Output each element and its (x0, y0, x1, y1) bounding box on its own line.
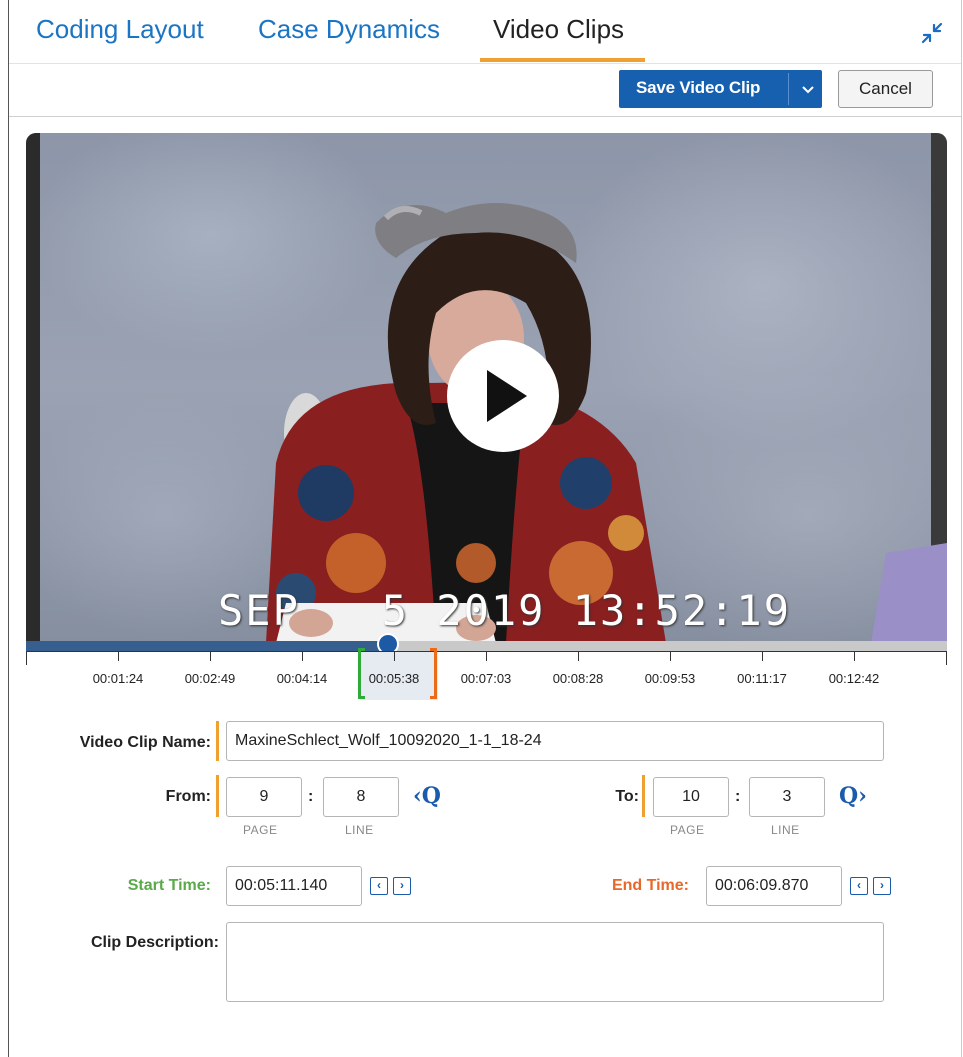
tab-video-clips[interactable]: Video Clips (493, 14, 624, 45)
clip-end-handle[interactable] (430, 648, 437, 699)
timeline-tick (302, 651, 303, 661)
from-separator: : (308, 788, 314, 805)
to-separator: : (735, 788, 741, 805)
timeline-tick (670, 651, 671, 661)
clip-timeline[interactable]: 00:01:24 00:02:49 00:04:14 00:05:38 00:07:03… (26, 648, 947, 700)
timeline-tick-label: 00:09:53 (644, 671, 696, 686)
timeline-tick-label: 00:07:03 (460, 671, 512, 686)
clip-description-label: Clip Description: (90, 934, 219, 951)
timeline-tick-label: 00:05:38 (368, 671, 420, 686)
tab-case-dynamics[interactable]: Case Dynamics (258, 14, 440, 45)
from-line-caption: LINE (345, 823, 374, 837)
video-clip-name-label: Video Clip Name: (79, 734, 211, 751)
timeline-tick-label: 00:01:24 (92, 671, 144, 686)
from-page-caption: PAGE (243, 823, 278, 837)
tab-bar: Coding Layout Case Dynamics Video Clips (9, 0, 961, 64)
start-time-next-button[interactable]: › (393, 877, 411, 895)
video-timestamp-overlay: SEP 5 2019 13:52:19 (218, 586, 792, 635)
chevron-down-icon[interactable] (797, 79, 819, 99)
timeline-tick (394, 651, 395, 661)
video-clips-panel: Coding Layout Case Dynamics Video Clips … (8, 0, 962, 1057)
end-time-next-button[interactable]: › (873, 877, 891, 895)
end-time-input[interactable] (706, 866, 842, 906)
active-tab-indicator (480, 58, 645, 62)
to-transcript-lookup-button[interactable]: Q› (839, 783, 867, 809)
video-player[interactable]: SEP 5 2019 13:52:19 (26, 133, 947, 643)
timeline-tick (210, 651, 211, 661)
timeline-end-marker (946, 651, 947, 665)
timeline-tick-label: 00:08:28 (552, 671, 604, 686)
timeline-tick (118, 651, 119, 661)
play-icon (487, 370, 527, 422)
timeline-start-marker (26, 651, 27, 665)
to-label: To: (615, 788, 639, 805)
play-button[interactable] (447, 340, 559, 452)
start-time-prev-button[interactable]: ‹ (370, 877, 388, 895)
button-divider (788, 73, 789, 105)
to-page-caption: PAGE (670, 823, 705, 837)
from-transcript-lookup-button[interactable]: ‹Q (413, 783, 441, 809)
video-progress-bar[interactable] (26, 633, 947, 655)
required-indicator (642, 775, 645, 817)
timeline-tick-label: 00:12:42 (828, 671, 880, 686)
timeline-tick-label: 00:04:14 (276, 671, 328, 686)
to-page-input[interactable] (653, 777, 729, 817)
save-button-label: Save Video Clip (636, 78, 761, 97)
from-page-input[interactable] (226, 777, 302, 817)
timeline-tick (854, 651, 855, 661)
collapse-arrows-icon[interactable] (919, 20, 945, 46)
progress-fill (26, 641, 388, 651)
video-clip-name-input[interactable] (226, 721, 884, 761)
timeline-tick (578, 651, 579, 661)
end-time-label: End Time: (611, 877, 689, 894)
required-indicator (216, 775, 219, 817)
clip-description-textarea[interactable] (226, 922, 884, 1002)
to-line-input[interactable] (749, 777, 825, 817)
toolbar: Save Video Clip Cancel (9, 63, 961, 117)
save-video-clip-button[interactable]: Save Video Clip (619, 70, 822, 108)
timeline-tick-label: 00:02:49 (184, 671, 236, 686)
start-time-label: Start Time: (127, 877, 211, 894)
start-time-input[interactable] (226, 866, 362, 906)
cancel-button[interactable]: Cancel (838, 70, 933, 108)
timeline-tick (486, 651, 487, 661)
required-indicator (216, 721, 219, 761)
to-line-caption: LINE (771, 823, 800, 837)
from-line-input[interactable] (323, 777, 399, 817)
from-label: From: (165, 788, 211, 805)
tab-coding-layout[interactable]: Coding Layout (36, 14, 204, 45)
timeline-tick-label: 00:11:17 (737, 671, 787, 686)
end-time-prev-button[interactable]: ‹ (850, 877, 868, 895)
timeline-tick (762, 651, 763, 661)
